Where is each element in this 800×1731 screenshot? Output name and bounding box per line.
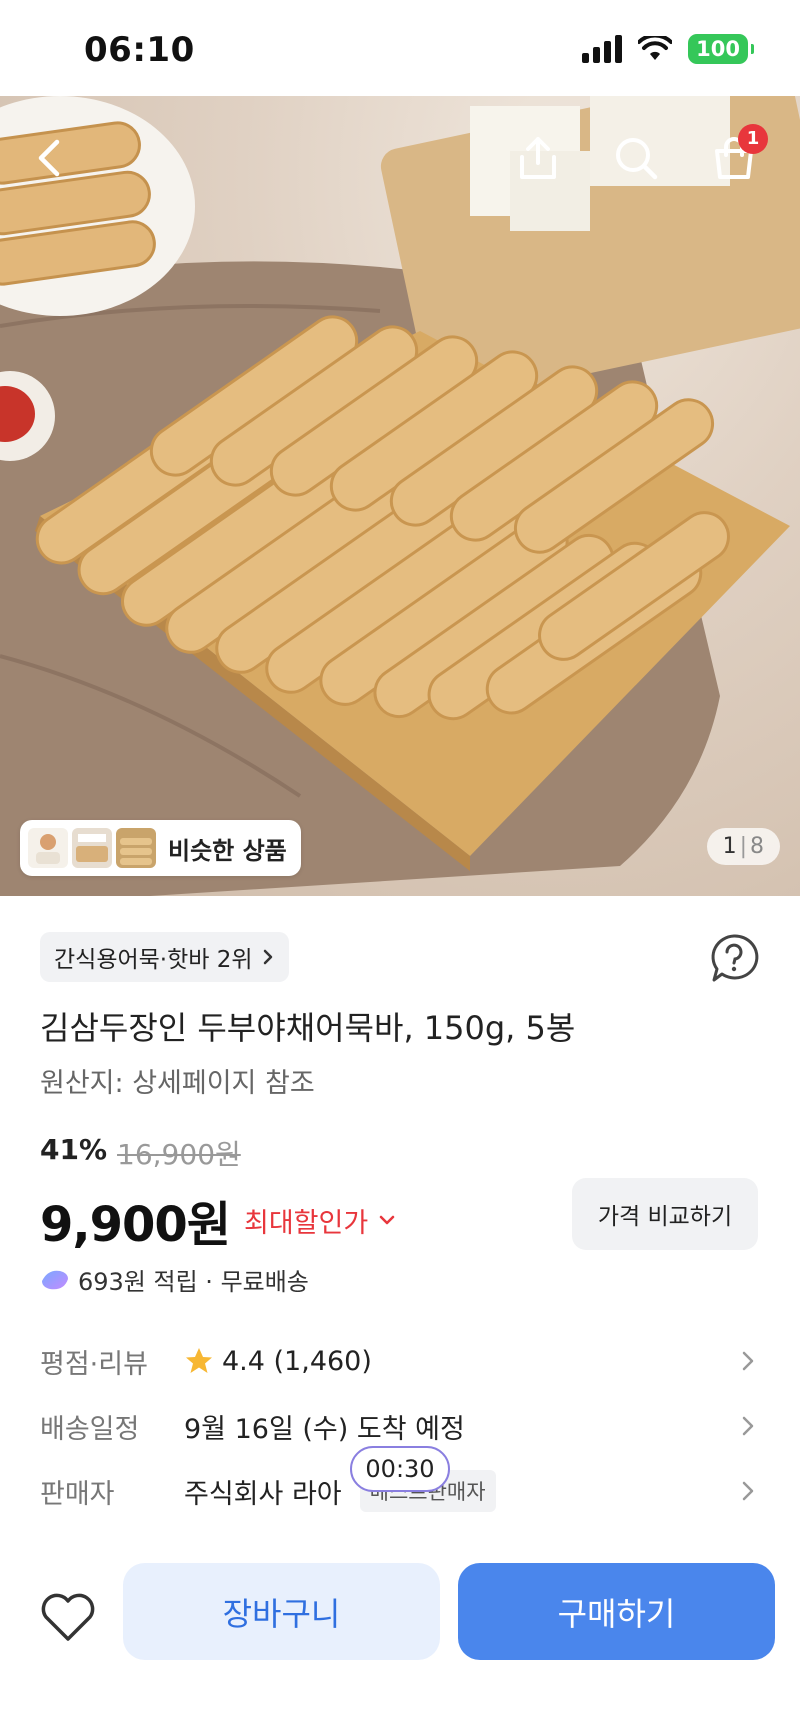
question-chat-icon — [711, 934, 759, 982]
rating-label: 평점·리뷰 — [40, 1348, 148, 1380]
page-total: 8 — [750, 834, 764, 859]
points-icon — [42, 1270, 68, 1289]
original-price: 16,900원 — [117, 1138, 241, 1171]
delivery-schedule-row[interactable]: 배송일정 9월 16일 (수) 도착 예정 — [40, 1401, 760, 1451]
image-page-indicator: 1 | 8 — [706, 828, 780, 865]
discount-rate: 41% — [40, 1133, 108, 1166]
chevron-down-icon — [379, 1215, 395, 1225]
cart-button[interactable]: 1 — [706, 124, 768, 186]
product-image[interactable]: 1 비슷한 상품 1 | 8 — [0, 96, 800, 896]
countdown-timer: 00:30 — [350, 1446, 450, 1492]
status-time: 06:10 — [84, 30, 195, 70]
search-button[interactable] — [608, 130, 664, 186]
similar-thumbnail-2 — [72, 828, 112, 868]
page-current: 1 — [722, 834, 737, 859]
delivery-value: 9월 16일 (수) 도착 예정 — [184, 1413, 465, 1445]
image-top-nav: 1 — [0, 116, 800, 196]
bottom-action-bar: 장바구니 구매하기 — [0, 1540, 800, 1731]
heart-icon — [41, 1593, 95, 1641]
back-button[interactable] — [22, 130, 78, 186]
sale-price: 9,900원 — [40, 1197, 231, 1253]
category-rank-label: 간식용어묵·핫바 2위 — [54, 947, 253, 973]
rating-value: 4.4 (1,460) — [222, 1345, 372, 1377]
wishlist-button[interactable] — [38, 1588, 98, 1648]
buy-now-button[interactable]: 구매하기 — [458, 1563, 775, 1660]
seller-value-group: 주식회사 라아 베스트판매자 — [184, 1470, 736, 1512]
seller-label: 판매자 — [40, 1478, 115, 1510]
add-to-cart-button[interactable]: 장바구니 — [123, 1563, 440, 1660]
points-shipping-line: 693원 적립 · 무료배송 — [40, 1262, 309, 1297]
rating-review-row[interactable]: 평점·리뷰 4.4 (1,460) — [40, 1336, 760, 1386]
similar-thumbnail-3 — [116, 828, 156, 868]
question-button[interactable] — [708, 932, 760, 984]
similar-products-label: 비슷한 상품 — [168, 836, 287, 865]
chevron-right-icon — [742, 1481, 754, 1501]
delivery-label: 배송일정 — [40, 1413, 140, 1445]
product-title: 김삼두장인 두부야채어묵바, 150g, 5봉 — [40, 1009, 576, 1047]
chevron-right-icon — [263, 949, 272, 965]
chevron-right-icon — [742, 1416, 754, 1436]
star-icon — [186, 1348, 212, 1373]
product-photo — [0, 96, 800, 896]
max-discount-label: 최대할인가 — [244, 1207, 369, 1239]
points-shipping-text: 693원 적립 · 무료배송 — [78, 1268, 309, 1296]
rating-value-group: 4.4 (1,460) — [184, 1346, 736, 1377]
max-discount-toggle[interactable]: 최대할인가 — [244, 1201, 396, 1240]
compare-price-button[interactable]: 가격 비교하기 — [572, 1178, 758, 1250]
similar-products-button[interactable]: 비슷한 상품 — [20, 820, 301, 876]
cellular-signal-icon — [582, 35, 623, 63]
battery-indicator: 100 — [688, 34, 754, 64]
chevron-right-icon — [742, 1351, 754, 1371]
status-bar: 06:10 100 — [0, 0, 800, 96]
seller-name: 주식회사 라아 — [184, 1478, 342, 1510]
cart-count-badge: 1 — [738, 124, 768, 154]
similar-thumbnail-1 — [28, 828, 68, 868]
share-button[interactable] — [510, 130, 566, 186]
discount-line: 41% 16,900원 — [40, 1133, 241, 1173]
status-indicators: 100 — [582, 34, 754, 64]
back-icon — [38, 139, 60, 177]
wifi-icon — [638, 36, 673, 62]
category-rank-chip[interactable]: 간식용어묵·핫바 2위 — [40, 932, 289, 982]
share-icon — [520, 137, 556, 179]
search-icon — [616, 138, 658, 180]
price-line: 9,900원 최대할인가 — [40, 1185, 396, 1255]
product-origin: 원산지: 상세페이지 참조 — [40, 1068, 315, 1099]
